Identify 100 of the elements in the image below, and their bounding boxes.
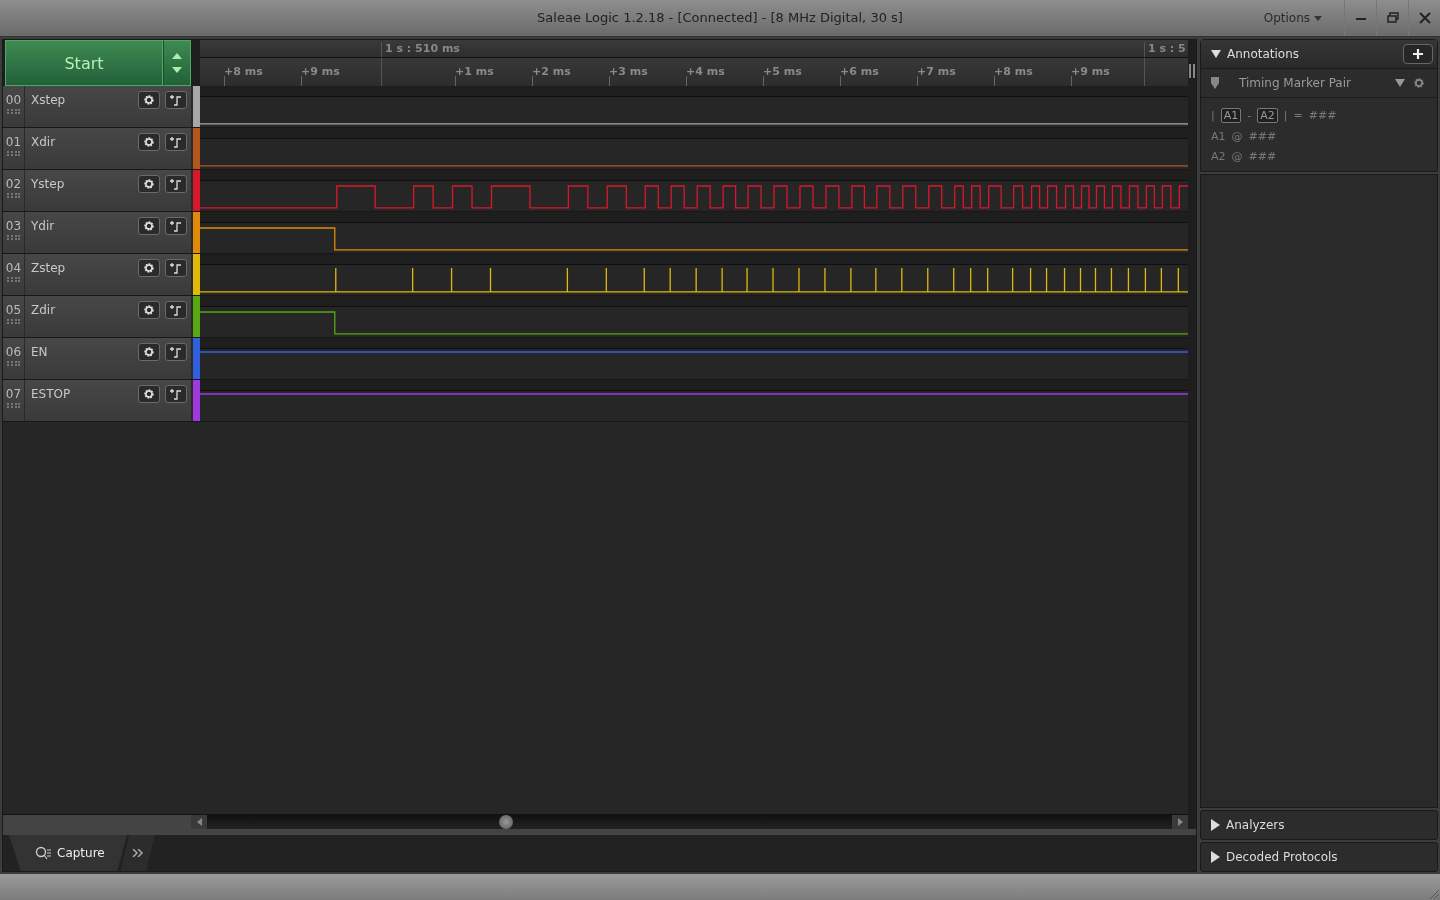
splitter-handle-icon[interactable] bbox=[1189, 64, 1195, 78]
trigger-button[interactable] bbox=[164, 343, 187, 361]
channel-settings-button[interactable] bbox=[137, 175, 160, 193]
channel-settings-button[interactable] bbox=[137, 259, 160, 277]
formula-symbol: - bbox=[1247, 109, 1252, 122]
formula-symbol: | bbox=[1283, 109, 1288, 122]
channel-settings-button[interactable] bbox=[137, 133, 160, 151]
drag-handle-icon[interactable] bbox=[7, 151, 20, 156]
channel-name: EN bbox=[30, 344, 49, 361]
plus-icon bbox=[1413, 49, 1423, 59]
channel-settings-button[interactable] bbox=[137, 91, 160, 109]
marker-name[interactable]: A1 bbox=[1220, 108, 1242, 123]
gear-icon bbox=[142, 136, 155, 148]
at-symbol: @ bbox=[1231, 150, 1243, 163]
scroll-left-button[interactable] bbox=[191, 815, 207, 829]
channel-name: Zstep bbox=[30, 260, 67, 277]
channel-number: 01 bbox=[5, 135, 22, 149]
capture-options-button[interactable] bbox=[163, 40, 191, 86]
rising-edge-icon bbox=[168, 220, 183, 232]
time-tick-label: +9 ms bbox=[1071, 65, 1110, 78]
start-button[interactable]: Start bbox=[5, 40, 163, 86]
rising-edge-icon bbox=[168, 388, 183, 400]
horizontal-scrollbar[interactable] bbox=[3, 814, 1188, 829]
channel-number: 04 bbox=[5, 261, 22, 275]
trigger-button[interactable] bbox=[164, 133, 187, 151]
rising-edge-icon bbox=[168, 136, 183, 148]
collapsible-panel-header[interactable]: Analyzers bbox=[1200, 810, 1438, 840]
trigger-button[interactable] bbox=[164, 91, 187, 109]
time-tick-label: +8 ms bbox=[224, 65, 263, 78]
gear-icon bbox=[142, 178, 155, 190]
scroll-thumb[interactable] bbox=[499, 815, 513, 829]
time-marker-label: 1 s : 5 bbox=[1144, 42, 1186, 57]
channel-settings-button[interactable] bbox=[137, 217, 160, 235]
caret-icon bbox=[1314, 15, 1322, 21]
drag-handle-icon[interactable] bbox=[7, 277, 20, 282]
time-tick-label: +4 ms bbox=[686, 65, 725, 78]
drag-handle-icon[interactable] bbox=[7, 235, 20, 240]
restore-icon bbox=[1386, 12, 1399, 24]
marker-name: A1 bbox=[1211, 130, 1226, 143]
channel-name: Zdir bbox=[30, 302, 57, 319]
drag-handle-icon[interactable] bbox=[7, 403, 20, 408]
window-title: Saleae Logic 1.2.18 - [Connected] - [8 MHz Digital, 30 s] bbox=[537, 10, 903, 25]
up-down-arrows-icon bbox=[171, 52, 183, 74]
channel-number: 06 bbox=[5, 345, 22, 359]
channel-name: Xdir bbox=[30, 134, 57, 151]
rising-edge-icon bbox=[168, 94, 183, 106]
expanded-triangle-icon[interactable] bbox=[1211, 49, 1221, 59]
add-annotation-button[interactable] bbox=[1403, 44, 1433, 64]
gear-icon bbox=[142, 220, 155, 232]
trigger-button[interactable] bbox=[164, 217, 187, 235]
options-menu[interactable]: Options bbox=[1253, 0, 1344, 36]
panel-title: Decoded Protocols bbox=[1226, 850, 1338, 864]
gear-icon bbox=[142, 262, 155, 274]
rising-edge-icon bbox=[168, 178, 183, 190]
marker-time-value: ### bbox=[1248, 130, 1277, 143]
channel-settings-button[interactable] bbox=[137, 385, 160, 403]
channel-name: Ystep bbox=[30, 176, 66, 193]
time-tick-label: +6 ms bbox=[840, 65, 879, 78]
marker-name[interactable]: A2 bbox=[1257, 108, 1278, 123]
channel-settings-button[interactable] bbox=[137, 301, 160, 319]
double-chevron-icon bbox=[131, 849, 144, 857]
right-arrow-icon bbox=[1177, 818, 1183, 826]
dropdown-arrow-icon[interactable] bbox=[1395, 79, 1405, 87]
trigger-button[interactable] bbox=[164, 385, 187, 403]
time-tick-label: +8 ms bbox=[994, 65, 1033, 78]
rising-edge-icon bbox=[168, 262, 183, 274]
gear-icon bbox=[142, 304, 155, 316]
channel-name: ESTOP bbox=[30, 386, 72, 403]
channel-number: 00 bbox=[5, 93, 22, 107]
channel-name: Xstep bbox=[30, 92, 67, 109]
channel-settings-button[interactable] bbox=[137, 343, 160, 361]
time-tick-label: +2 ms bbox=[532, 65, 571, 78]
drag-handle-icon[interactable] bbox=[7, 109, 20, 114]
more-tabs-button[interactable] bbox=[120, 835, 155, 871]
time-tick-label: +5 ms bbox=[763, 65, 802, 78]
trigger-button[interactable] bbox=[164, 301, 187, 319]
drag-handle-icon[interactable] bbox=[7, 193, 20, 198]
gear-icon bbox=[142, 94, 155, 106]
scroll-right-button[interactable] bbox=[1172, 815, 1188, 829]
drag-handle-icon[interactable] bbox=[7, 361, 20, 366]
search-icon bbox=[35, 846, 51, 860]
resize-grip-icon[interactable] bbox=[1428, 888, 1440, 900]
formula-symbol: | bbox=[1211, 109, 1215, 122]
at-symbol: @ bbox=[1231, 130, 1243, 143]
capture-tab[interactable]: Capture bbox=[9, 835, 127, 871]
trigger-button[interactable] bbox=[164, 175, 187, 193]
marker-pin-icon bbox=[1211, 77, 1219, 89]
marker-time-value: ### bbox=[1248, 150, 1277, 163]
section-title: Annotations bbox=[1227, 47, 1300, 61]
collapsible-panel-header[interactable]: Decoded Protocols bbox=[1200, 842, 1438, 872]
marker-name: A2 bbox=[1211, 150, 1226, 163]
marker-type-label: Timing Marker Pair bbox=[1238, 76, 1352, 90]
formula-symbol: ### bbox=[1308, 109, 1337, 122]
gear-icon[interactable] bbox=[1413, 77, 1425, 89]
time-tick-label: +9 ms bbox=[301, 65, 340, 78]
channel-number: 05 bbox=[5, 303, 22, 317]
drag-handle-icon[interactable] bbox=[7, 319, 20, 324]
trigger-button[interactable] bbox=[164, 259, 187, 277]
vertical-scrollbar[interactable] bbox=[1188, 40, 1196, 829]
gear-icon bbox=[142, 346, 155, 358]
